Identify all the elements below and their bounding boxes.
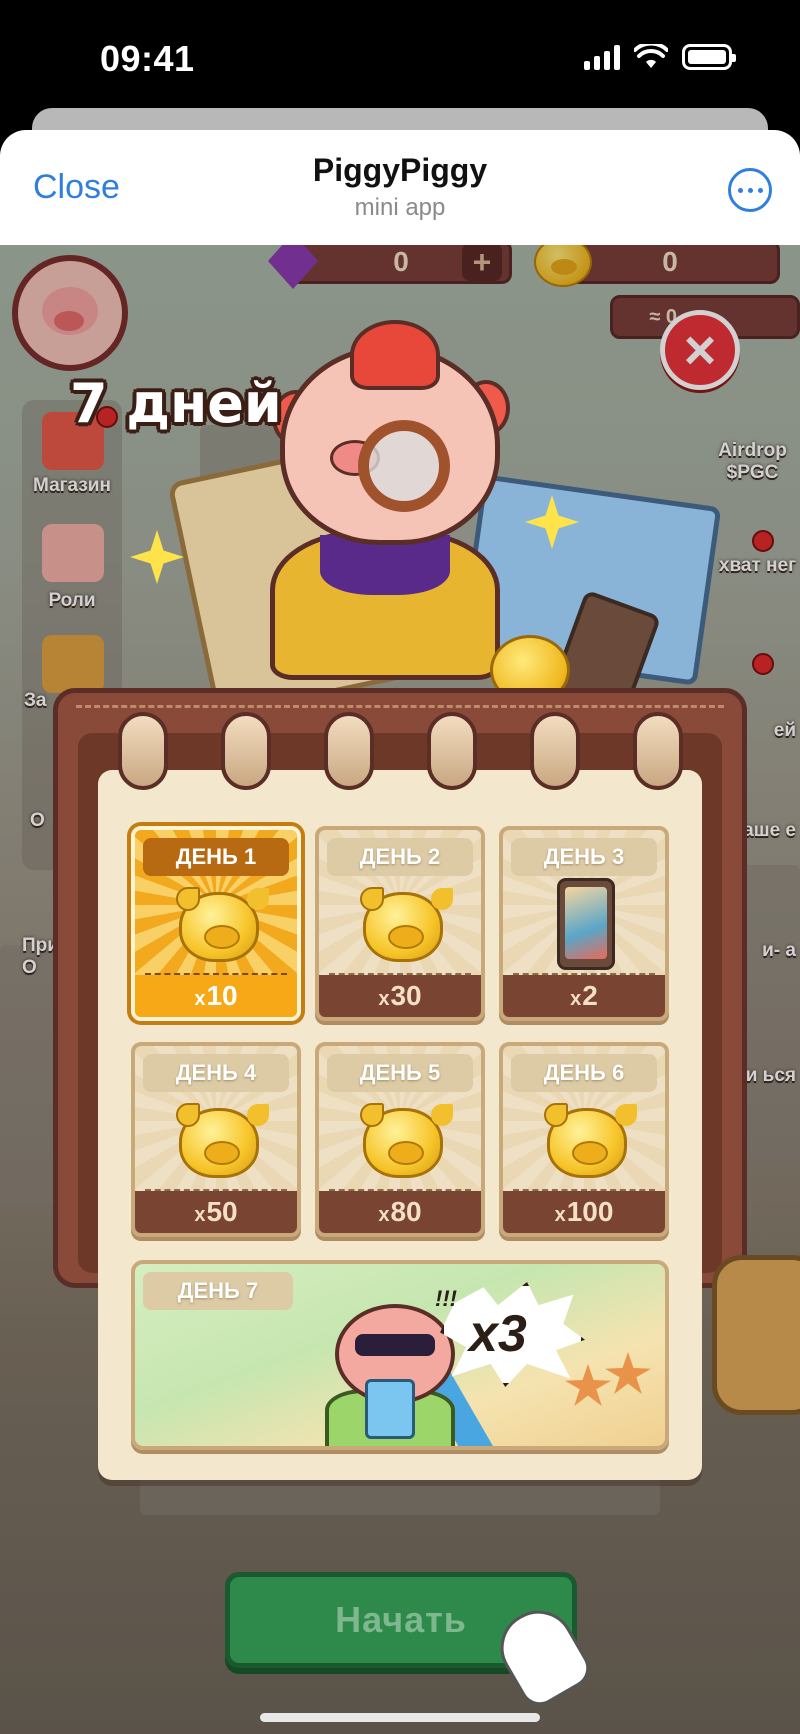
starfish-icon — [605, 1352, 651, 1394]
day-label: ДЕНЬ 3 — [511, 838, 657, 876]
day-card-3[interactable]: ДЕНЬ 3 x2 — [499, 826, 669, 1021]
battery-icon — [682, 44, 736, 70]
magnifying-glass-icon — [358, 420, 450, 512]
binder-ring — [427, 712, 477, 790]
day-card-7[interactable]: ДЕНЬ 7 !!! x3 — [131, 1260, 669, 1450]
day-label: ДЕНЬ 7 — [143, 1272, 293, 1310]
more-options-button[interactable] — [728, 168, 772, 212]
day-label: ДЕНЬ 6 — [511, 1054, 657, 1092]
reward-amount: x2 — [503, 975, 665, 1017]
more-dot-icon — [757, 187, 763, 193]
day-card-1[interactable]: ДЕНЬ 1 x10 — [131, 826, 301, 1021]
day-label: ДЕНЬ 1 — [143, 838, 289, 876]
reward-amount: x50 — [135, 1191, 297, 1233]
day-card-6[interactable]: ДЕНЬ 6 x100 — [499, 1042, 669, 1237]
status-bar: 09:41 — [0, 0, 800, 110]
pig-coin-icon — [360, 1103, 443, 1178]
reward-amount: x30 — [319, 975, 481, 1017]
pig-coin-icon — [544, 1103, 627, 1178]
phone-card-icon — [557, 878, 615, 970]
reward-amount: x100 — [503, 1191, 665, 1233]
drink-icon — [365, 1379, 415, 1439]
status-icons — [584, 44, 736, 70]
pig-coin-icon — [176, 1103, 259, 1178]
reward-amount: x10 — [135, 975, 297, 1017]
pig-coin-icon — [176, 887, 259, 962]
day-label: ДЕНЬ 5 — [327, 1054, 473, 1092]
cellular-signal-icon — [584, 44, 620, 70]
day-card-5[interactable]: ДЕНЬ 5 x80 — [315, 1042, 485, 1237]
binder-ring — [324, 712, 374, 790]
status-time: 09:41 — [100, 38, 195, 79]
binder-ring — [118, 712, 168, 790]
detective-pig-hair — [350, 320, 440, 390]
day-label: ДЕНЬ 4 — [143, 1054, 289, 1092]
app-title: PiggyPiggy — [312, 152, 488, 188]
binder-ring — [633, 712, 683, 790]
starfish-icon — [565, 1364, 611, 1406]
more-dot-icon — [737, 187, 743, 193]
wifi-icon — [634, 44, 668, 68]
binder-ring — [221, 712, 271, 790]
day-card-4[interactable]: ДЕНЬ 4 x50 — [131, 1042, 301, 1237]
reward-amount: x80 — [319, 1191, 481, 1233]
mini-app-header: Close PiggyPiggy mini app — [0, 130, 800, 245]
barrel-illustration — [712, 1255, 800, 1415]
exclamation-marks: !!! — [435, 1286, 457, 1311]
day-card-2[interactable]: ДЕНЬ 2 x30 — [315, 826, 485, 1021]
reward-multiplier: x3 — [469, 1305, 527, 1363]
home-indicator[interactable] — [260, 1713, 540, 1722]
day-label: ДЕНЬ 2 — [327, 838, 473, 876]
sunglasses-icon — [355, 1334, 435, 1356]
streak-title: 7 дней — [70, 372, 282, 435]
app-subtitle: mini app — [354, 194, 446, 221]
pig-coin-icon — [360, 887, 443, 962]
more-dot-icon — [747, 187, 753, 193]
binder-ring — [530, 712, 580, 790]
